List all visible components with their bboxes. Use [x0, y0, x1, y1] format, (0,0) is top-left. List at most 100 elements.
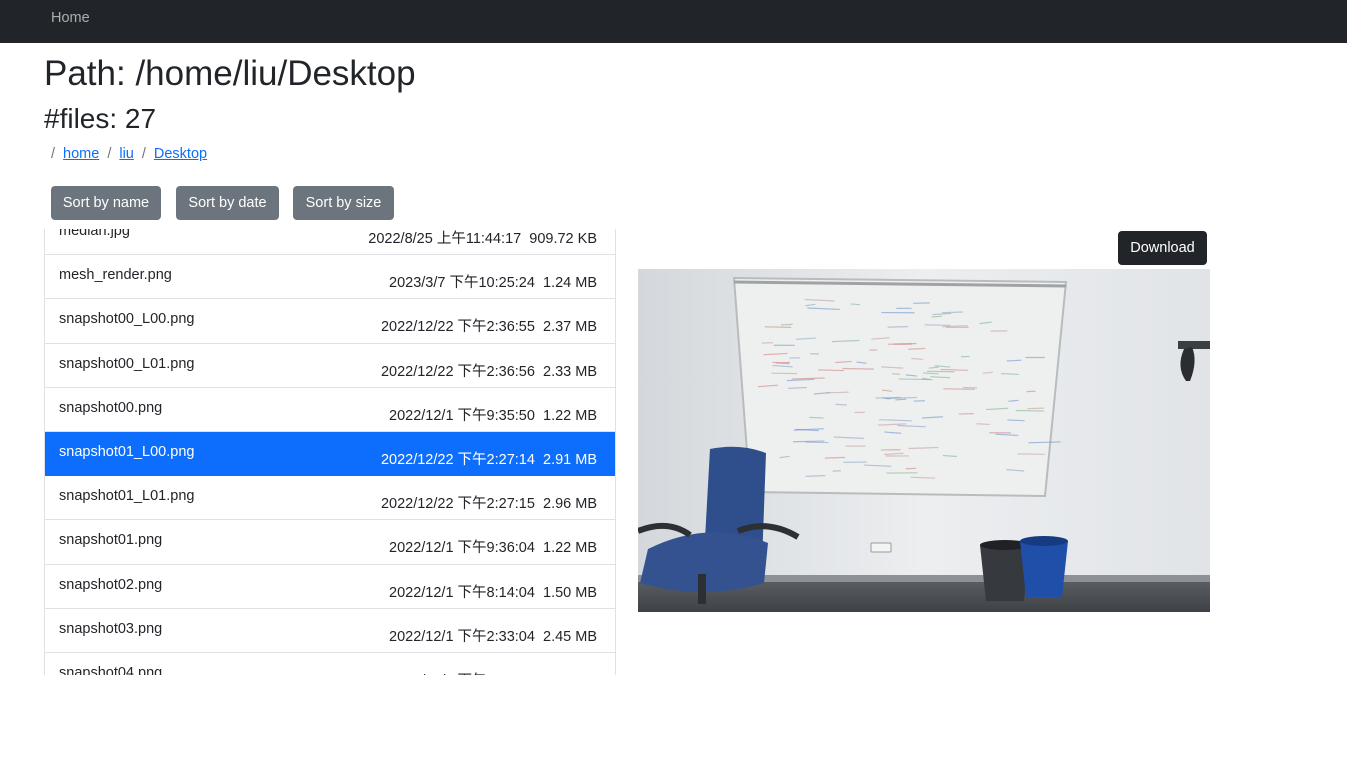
file-name: snapshot02.png	[59, 576, 163, 593]
file-row[interactable]: mesh_render.png 2023/3/7 下午10:25:24 1.24 …	[45, 255, 615, 300]
whiteboard-scribble	[1007, 419, 1025, 422]
file-name: snapshot01_L00.png	[59, 443, 195, 460]
file-name: snapshot04.png	[59, 664, 163, 675]
file-list-rows: median.jpg 2022/8/25 上午11:44:17 909.72 KB…	[45, 229, 615, 675]
file-row[interactable]: snapshot01_L01.png 2022/12/22 下午2:27:15 2…	[45, 476, 615, 521]
whiteboard-scribble	[898, 378, 930, 381]
whiteboard-scribble	[888, 342, 917, 345]
whiteboard	[732, 276, 1068, 498]
file-date: 2023/3/7 下午10:25:24	[389, 275, 535, 292]
whiteboard-scribble	[887, 326, 909, 328]
top-navbar: Home	[0, 0, 1347, 43]
file-size: 1.50 MB	[543, 584, 597, 601]
file-meta: 2022/12/1 下午2:33:19 2.99 MB	[389, 669, 597, 675]
file-row[interactable]: snapshot00.png 2022/12/1 下午9:35:50 1.22 M…	[45, 387, 615, 432]
whiteboard-scribble	[976, 423, 990, 426]
whiteboard-scribble	[891, 373, 901, 376]
breadcrumb-separator: /	[51, 146, 56, 162]
file-row[interactable]: snapshot01_L00.png 2022/12/22 下午2:27:14 2…	[45, 431, 615, 477]
breadcrumb-item-desktop[interactable]: Desktop	[154, 145, 207, 163]
whiteboard-scribble	[818, 369, 845, 372]
file-meta: 2022/12/1 下午9:35:50 1.22 MB	[389, 404, 597, 425]
file-date: 2022/12/1 下午8:14:04	[389, 584, 535, 601]
file-name: mesh_render.png	[59, 267, 172, 284]
file-name: snapshot03.png	[59, 620, 163, 637]
file-size: 1.22 MB	[543, 407, 597, 424]
file-meta: 2022/12/22 下午2:36:55 2.37 MB	[381, 315, 597, 336]
whiteboard-scribble	[780, 323, 793, 326]
file-row[interactable]: snapshot01.png 2022/12/1 下午9:36:04 1.22 M…	[45, 520, 615, 565]
whiteboard-scribble	[787, 386, 807, 389]
breadcrumb-separator: /	[107, 146, 112, 162]
file-row[interactable]: snapshot00_L01.png 2022/12/22 下午2:36:56 2…	[45, 343, 615, 388]
whiteboard-scribble	[842, 367, 874, 370]
file-date: 2022/8/25 上午11:44:17	[368, 231, 522, 247]
file-size: 2.91 MB	[543, 451, 597, 468]
whiteboard-scribble	[908, 347, 926, 350]
file-list[interactable]: median.jpg 2022/8/25 上午11:44:17 909.72 KB…	[44, 229, 616, 675]
file-meta: 2022/12/1 下午2:33:04 2.45 MB	[389, 625, 597, 646]
file-meta: 2022/8/25 上午11:44:17 909.72 KB	[368, 229, 597, 248]
file-meta: 2023/3/7 下午10:25:24 1.24 MB	[389, 271, 597, 292]
file-meta: 2022/12/1 下午8:14:04 1.50 MB	[389, 581, 597, 602]
breadcrumb: / home / liu / Desktop	[51, 145, 215, 163]
file-size: 1.22 MB	[543, 540, 597, 557]
breadcrumb-separator: /	[141, 146, 146, 162]
file-name: snapshot01.png	[59, 532, 163, 549]
file-date: 2022/12/1 下午9:35:50	[389, 407, 535, 424]
whiteboard-scribble	[1006, 359, 1022, 362]
whiteboard-scribble	[882, 397, 891, 400]
whiteboard-scribble	[824, 456, 846, 459]
image-preview	[638, 269, 1210, 612]
file-meta: 2022/12/22 下午2:36:56 2.33 MB	[381, 360, 597, 381]
file-size: 2.37 MB	[543, 319, 597, 336]
whiteboard-scribble	[943, 388, 975, 390]
whiteboard-scribble	[1015, 409, 1045, 412]
page-title: Path: /home/liu/Desktop	[44, 54, 416, 93]
files-count: #files: 27	[44, 103, 157, 134]
file-name: snapshot00_L01.png	[59, 355, 195, 372]
file-date: 2022/12/22 下午2:36:56	[380, 363, 535, 380]
whiteboard-scribble	[764, 326, 792, 328]
file-name: snapshot01_L01.png	[59, 488, 195, 505]
file-row[interactable]: median.jpg 2022/8/25 上午11:44:17 909.72 KB	[45, 229, 615, 256]
file-name: median.jpg	[59, 229, 130, 239]
whiteboard-scribble	[825, 391, 849, 394]
whiteboard-scribble	[942, 311, 964, 314]
breadcrumb-item-home[interactable]: home	[63, 145, 99, 163]
file-date: 2022/12/22 下午2:27:15	[380, 496, 535, 513]
file-size: 2.99 MB	[543, 673, 597, 675]
preview-image	[638, 269, 1210, 612]
sort-by-name-button[interactable]: Sort by name	[51, 186, 161, 220]
download-button[interactable]: Download	[1118, 231, 1207, 265]
file-meta: 2022/12/22 下午2:27:14 2.91 MB	[381, 448, 597, 469]
file-size: 2.96 MB	[543, 496, 597, 513]
whiteboard-scribble	[835, 403, 847, 406]
file-row[interactable]: snapshot02.png 2022/12/1 下午8:14:04 1.50 M…	[45, 564, 615, 609]
file-date: 2022/12/22 下午2:27:14	[380, 451, 535, 468]
whiteboard-scribble	[931, 315, 942, 318]
file-size: 1.24 MB	[543, 275, 597, 292]
file-row[interactable]: snapshot04.png 2022/12/1 下午2:33:19 2.99 M…	[45, 652, 615, 675]
file-date: 2022/12/22 下午2:36:55	[380, 319, 535, 336]
whiteboard-scribble	[761, 342, 773, 344]
file-size: 909.72 KB	[529, 231, 597, 247]
whiteboard-scribble	[911, 357, 924, 360]
file-meta: 2022/12/1 下午9:36:04 1.22 MB	[389, 536, 597, 557]
file-row[interactable]: snapshot00_L00.png 2022/12/22 下午2:36:55 2…	[45, 299, 615, 344]
file-size: 2.33 MB	[543, 363, 597, 380]
nav-home-link[interactable]: Home	[51, 10, 90, 26]
trash-bins	[980, 536, 1068, 601]
whiteboard-scribble	[805, 475, 826, 478]
file-date: 2022/12/1 下午9:36:04	[389, 540, 535, 557]
sort-by-date-button[interactable]: Sort by date	[176, 186, 279, 220]
sort-by-size-button[interactable]: Sort by size	[293, 186, 394, 220]
power-outlet	[870, 542, 892, 553]
whiteboard-scribble	[924, 324, 951, 327]
whiteboard-scribble	[793, 440, 825, 443]
whiteboard-scribble	[1028, 441, 1061, 444]
breadcrumb-item-liu[interactable]: liu	[119, 145, 134, 163]
file-row[interactable]: snapshot03.png 2022/12/1 下午2:33:04 2.45 M…	[45, 608, 615, 653]
file-size: 2.45 MB	[543, 628, 597, 645]
file-meta: 2022/12/22 下午2:27:15 2.96 MB	[381, 492, 597, 513]
